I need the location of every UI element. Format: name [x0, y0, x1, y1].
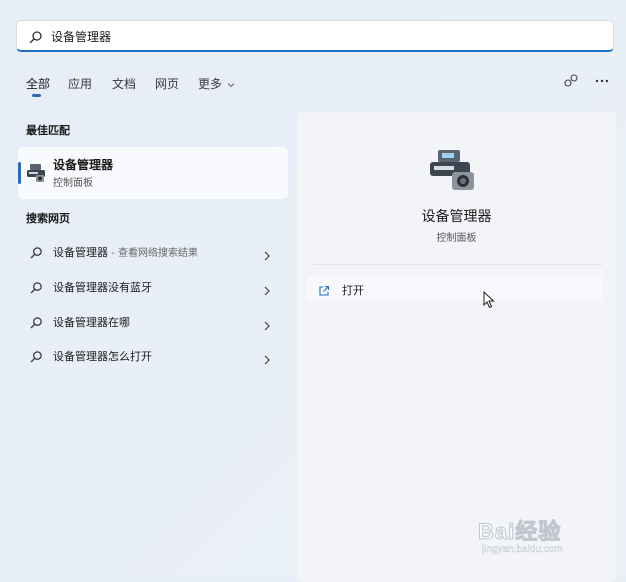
web-result-label: 设备管理器没有蓝牙	[53, 281, 152, 294]
mouse-cursor-icon	[483, 290, 495, 313]
tab-more[interactable]: 更多	[198, 75, 235, 92]
search-box[interactable]: 设备管理器	[16, 20, 614, 52]
more-icon[interactable]	[594, 73, 610, 93]
web-result-suffix: - 查看网络搜索结果	[108, 248, 198, 259]
web-result-item[interactable]: 设备管理器怎么打开	[18, 340, 288, 370]
tab-all[interactable]: 全部	[26, 75, 50, 92]
web-result-text: 设备管理器怎么打开	[53, 348, 152, 364]
web-result-item[interactable]: 设备管理器在哪	[18, 306, 288, 336]
web-result-item[interactable]: 设备管理器没有蓝牙	[18, 271, 288, 301]
chevron-right-icon	[263, 246, 271, 265]
search-icon	[29, 29, 43, 48]
baidu-watermark: Bai经验 jingyan.baidu.com	[477, 514, 603, 564]
detail-panel: 设备管理器 控制面板 打开	[297, 112, 616, 582]
chevron-right-icon	[263, 350, 271, 369]
watermark-url: jingyan.baidu.com	[482, 544, 563, 555]
tab-more-label: 更多	[198, 77, 223, 91]
tab-web[interactable]: 网页	[155, 75, 179, 92]
search-icon	[30, 244, 43, 263]
device-manager-large-icon	[428, 148, 480, 196]
web-result-label: 设备管理器	[53, 246, 108, 259]
search-icon	[30, 279, 43, 298]
web-search-heading: 搜索网页	[26, 212, 70, 225]
search-icon	[30, 348, 43, 367]
best-match-heading: 最佳匹配	[26, 124, 70, 137]
web-result-text: 设备管理器 - 查看网络搜索结果	[53, 244, 198, 260]
search-input[interactable]: 设备管理器	[51, 28, 111, 45]
share-icon[interactable]	[563, 73, 579, 93]
web-result-text: 设备管理器在哪	[53, 314, 130, 330]
open-action-label: 打开	[342, 284, 364, 297]
tab-apps[interactable]: 应用	[68, 75, 92, 92]
detail-subtitle: 控制面板	[436, 233, 477, 244]
web-result-item[interactable]: 设备管理器 - 查看网络搜索结果	[18, 236, 288, 266]
device-manager-icon	[26, 162, 48, 188]
chevron-down-icon	[224, 81, 235, 91]
chevron-right-icon	[263, 281, 271, 300]
web-result-label: 设备管理器在哪	[53, 316, 130, 329]
active-tab-indicator	[32, 94, 41, 97]
web-result-label: 设备管理器怎么打开	[53, 350, 152, 363]
tab-documents[interactable]: 文档	[112, 75, 136, 92]
search-icon	[30, 314, 43, 333]
open-external-icon	[318, 282, 330, 301]
detail-title: 设备管理器	[421, 209, 492, 225]
best-match-subtitle: 控制面板	[53, 178, 93, 189]
web-result-text: 设备管理器没有蓝牙	[53, 279, 152, 295]
selection-accent	[18, 162, 21, 184]
divider	[313, 264, 602, 265]
watermark-brand: Bai经验	[477, 519, 562, 545]
chevron-right-icon	[263, 316, 271, 335]
best-match-title: 设备管理器	[53, 158, 114, 172]
open-action[interactable]: 打开	[307, 276, 603, 301]
best-match-result[interactable]: 设备管理器 控制面板	[18, 147, 288, 199]
